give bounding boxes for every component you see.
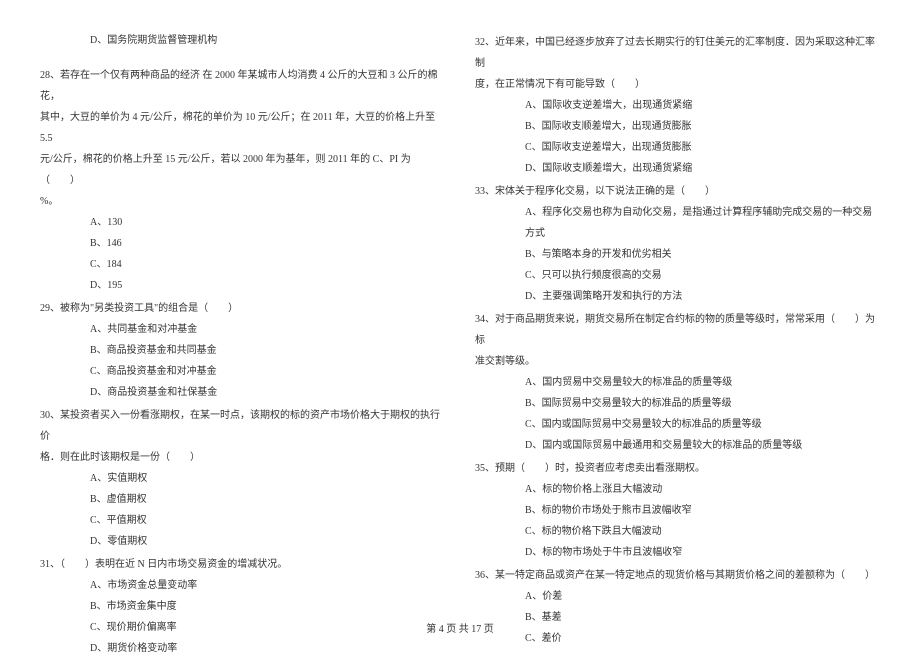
q34-option-a: A、国内贸易中交易量较大的标准品的质量等级	[475, 372, 880, 393]
left-column: D、国务院期货监督管理机构 28、若存在一个仅有两种商品的经济 在 2000 年…	[40, 30, 445, 659]
q29-option-a: A、共同基金和对冲基金	[40, 319, 445, 340]
q36: 36、某一特定商品或资产在某一特定地点的现货价格与其期货价格之间的差额称为（ ）	[475, 565, 880, 586]
q32-option-c: C、国际收支逆差增大，出现通货膨胀	[475, 137, 880, 158]
q32-option-d: D、国际收支顺差增大，出现通货紧缩	[475, 158, 880, 179]
q35: 35、预期（ ）时，投资者应考虑卖出看涨期权。	[475, 458, 880, 479]
q33-option-a: A、程序化交易也称为自动化交易，是指通过计算程序辅助完成交易的一种交易方式	[475, 202, 880, 244]
q29-option-d: D、商品投资基金和社保基金	[40, 382, 445, 403]
q28-option-a: A、130	[40, 212, 445, 233]
q28-line4: %。	[40, 191, 445, 212]
right-column: 32、近年来，中国已经逐步放弃了过去长期实行的钉住美元的汇率制度．因为采取这种汇…	[475, 30, 880, 659]
q31: 31、（ ）表明在近 N 日内市场交易资金的增减状况。	[40, 554, 445, 575]
q27-option-d: D、国务院期货监督管理机构	[40, 30, 445, 51]
q30-line1: 30、某投资者买入一份看涨期权，在某一时点，该期权的标的资产市场价格大于期权的执…	[40, 405, 445, 447]
q28-option-c: C、184	[40, 254, 445, 275]
q33-option-d: D、主要强调策略开发和执行的方法	[475, 286, 880, 307]
q29-option-b: B、商品投资基金和共同基金	[40, 340, 445, 361]
q30-option-a: A、实值期权	[40, 468, 445, 489]
q31-option-a: A、市场资金总量变动率	[40, 575, 445, 596]
q34-line2: 准交割等级。	[475, 351, 880, 372]
q28-option-b: B、146	[40, 233, 445, 254]
q34-line1: 34、对于商品期货来说，期货交易所在制定合约标的物的质量等级时，常常采用（ ）为…	[475, 309, 880, 351]
q36-option-a: A、价差	[475, 586, 880, 607]
q30-option-c: C、平值期权	[40, 510, 445, 531]
q33-option-b: B、与策略本身的开发和优劣相关	[475, 244, 880, 265]
q30-option-b: B、虚值期权	[40, 489, 445, 510]
q29: 29、被称为"另类投资工具"的组合是（ ）	[40, 298, 445, 319]
q33-option-c: C、只可以执行频度很高的交易	[475, 265, 880, 286]
page-footer: 第 4 页 共 17 页	[0, 620, 920, 635]
q32-option-a: A、国际收支逆差增大，出现通货紧缩	[475, 95, 880, 116]
q33: 33、宋体关于程序化交易，以下说法正确的是（ ）	[475, 181, 880, 202]
q34-option-c: C、国内或国际贸易中交易量较大的标准品的质量等级	[475, 414, 880, 435]
q28-line3: 元/公斤，棉花的价格上升至 15 元/公斤，若以 2000 年为基年，则 201…	[40, 149, 445, 191]
q34-option-b: B、国际贸易中交易量较大的标准品的质量等级	[475, 393, 880, 414]
q31-option-b: B、市场资金集中度	[40, 596, 445, 617]
q35-option-d: D、标的物市场处于牛市且波幅收窄	[475, 542, 880, 563]
q32-line1: 32、近年来，中国已经逐步放弃了过去长期实行的钉住美元的汇率制度．因为采取这种汇…	[475, 32, 880, 74]
q32-option-b: B、国际收支顺差增大，出现通货膨胀	[475, 116, 880, 137]
q35-option-a: A、标的物价格上涨且大幅波动	[475, 479, 880, 500]
q30-option-d: D、零值期权	[40, 531, 445, 552]
q30-line2: 格．则在此时该期权是一份（ ）	[40, 447, 445, 468]
q31-option-d: D、期货价格变动率	[40, 638, 445, 659]
q28-line1: 28、若存在一个仅有两种商品的经济 在 2000 年某城市人均消费 4 公斤的大…	[40, 65, 445, 107]
q29-option-c: C、商品投资基金和对冲基金	[40, 361, 445, 382]
q28-line2: 其中，大豆的单价为 4 元/公斤，棉花的单价为 10 元/公斤；在 2011 年…	[40, 107, 445, 149]
q34-option-d: D、国内或国际贸易中最通用和交易量较大的标准品的质量等级	[475, 435, 880, 456]
q35-option-c: C、标的物价格下跌且大幅波动	[475, 521, 880, 542]
q35-option-b: B、标的物价市场处于熊市且波幅收窄	[475, 500, 880, 521]
q32-line2: 度，在正常情况下有可能导致（ ）	[475, 74, 880, 95]
q28-option-d: D、195	[40, 275, 445, 296]
